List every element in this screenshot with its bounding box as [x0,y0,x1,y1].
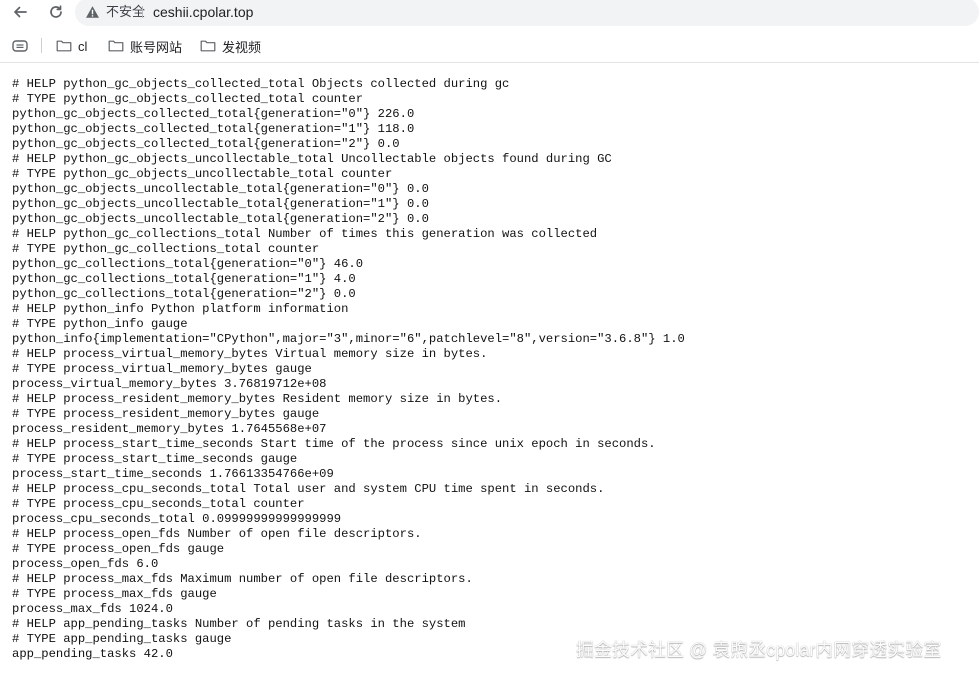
metrics-line: # HELP process_max_fds Maximum number of… [12,572,473,586]
metrics-line: process_max_fds 1024.0 [12,602,173,616]
metrics-line: python_info{implementation="CPython",maj… [12,332,685,346]
metrics-line: # TYPE process_resident_memory_bytes gau… [12,407,320,421]
metrics-line: python_gc_objects_collected_total{genera… [12,137,400,151]
bookmark-post-video[interactable]: 发视频 [200,35,261,57]
metrics-line: # TYPE python_gc_objects_collected_total… [12,92,364,106]
metrics-line: process_virtual_memory_bytes 3.76819712e… [12,377,327,391]
metrics-output: # HELP python_gc_objects_collected_total… [12,77,685,662]
reload-icon [50,5,62,18]
metrics-line: # TYPE process_cpu_seconds_total counter [12,497,305,511]
metrics-line: # TYPE process_start_time_seconds gauge [12,452,298,466]
bookmark-label: cl [78,38,88,54]
metrics-line: # HELP process_start_time_seconds Start … [12,437,656,451]
bookmark-label: 发视频 [222,39,262,55]
metrics-line: # HELP process_cpu_seconds_total Total u… [12,482,605,496]
arrow-left-icon [14,6,27,18]
apps-button[interactable] [11,38,29,54]
metrics-line: # TYPE process_max_fds gauge [12,587,217,601]
metrics-line: # TYPE python_gc_objects_uncollectable_t… [12,167,393,181]
metrics-line: python_gc_collections_total{generation="… [12,272,356,286]
metrics-line: app_pending_tasks 42.0 [12,647,173,661]
not-secure-label[interactable]: 不安全 [106,3,145,21]
folder-icon [108,40,124,52]
metrics-line: process_resident_memory_bytes 1.7645568e… [12,422,327,436]
metrics-line: python_gc_collections_total{generation="… [12,257,364,271]
metrics-line: # TYPE app_pending_tasks gauge [12,632,232,646]
bookmark-label: 账号网站 [130,39,183,55]
metrics-line: # TYPE python_gc_collections_total count… [12,242,320,256]
metrics-line: python_gc_collections_total{generation="… [12,287,356,301]
metrics-line: python_gc_objects_collected_total{genera… [12,107,415,121]
metrics-line: # HELP python_gc_objects_collected_total… [12,77,510,91]
metrics-line: process_open_fds 6.0 [12,557,159,571]
folder-icon [56,40,72,52]
browser-toolbar: 不安全 ceshii.cpolar.top [0,0,979,26]
metrics-line: # HELP process_open_fds Number of open f… [12,527,422,541]
metrics-line: python_gc_objects_uncollectable_total{ge… [12,197,429,211]
address-bar[interactable]: 不安全 ceshii.cpolar.top [75,0,979,26]
bookmark-account-sites[interactable]: 账号网站 [108,35,182,57]
metrics-line: process_cpu_seconds_total 0.099999999999… [12,512,342,526]
metrics-line: # TYPE process_virtual_memory_bytes gaug… [12,362,312,376]
metrics-line: python_gc_objects_uncollectable_total{ge… [12,182,429,196]
metrics-line: # HELP process_resident_memory_bytes Res… [12,392,503,406]
reload-button[interactable] [45,1,67,23]
back-button[interactable] [9,1,31,23]
bookmark-cl[interactable]: cl [56,35,87,57]
metrics-line: python_gc_objects_uncollectable_total{ge… [12,212,429,226]
warning-triangle-icon[interactable] [84,4,100,20]
grid-icon [12,40,28,52]
metrics-line: # HELP python_gc_collections_total Numbe… [12,227,598,241]
metrics-line: # TYPE process_open_fds gauge [12,542,225,556]
folder-icon [200,40,216,52]
metrics-line: python_gc_objects_collected_total{genera… [12,122,415,136]
bookmarks-divider [41,38,42,53]
metrics-line: # HELP process_virtual_memory_bytes Virt… [12,347,488,361]
metrics-line: # HELP python_gc_objects_uncollectable_t… [12,152,612,166]
bookmarks-bar: cl 账号网站 发视频 [0,30,979,63]
metrics-line: # TYPE python_info gauge [12,317,188,331]
metrics-line: # HELP app_pending_tasks Number of pendi… [12,617,466,631]
url-text[interactable]: ceshii.cpolar.top [153,3,253,21]
metrics-line: process_start_time_seconds 1.76613354766… [12,467,334,481]
metrics-line: # HELP python_info Python platform infor… [12,302,349,316]
address-separator [142,6,143,18]
